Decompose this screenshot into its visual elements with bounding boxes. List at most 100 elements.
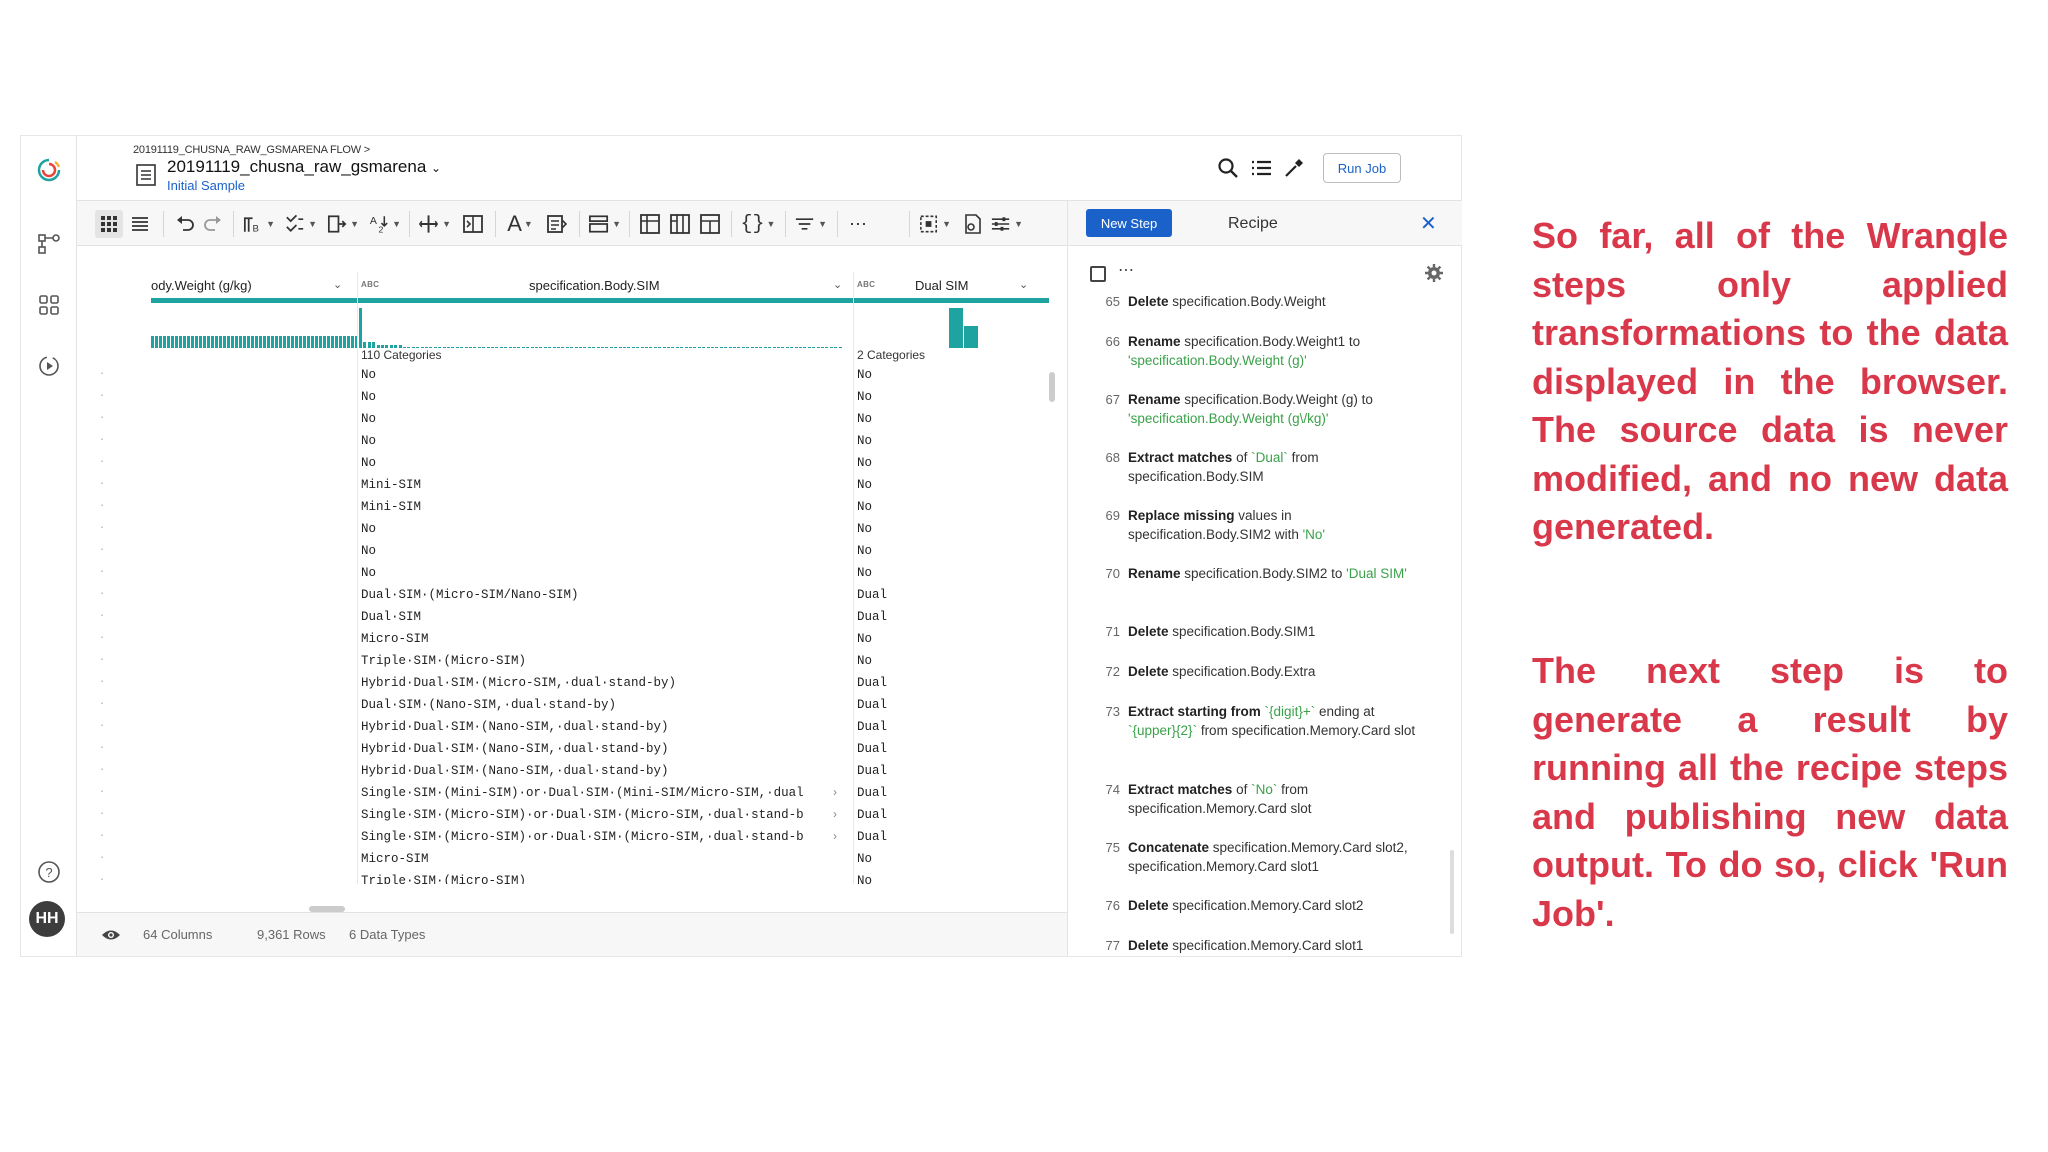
column-list-icon[interactable] (1248, 155, 1274, 181)
app-logo-icon[interactable] (33, 154, 65, 186)
run-job-button[interactable]: Run Job (1323, 153, 1401, 183)
histogram-bar[interactable] (746, 346, 750, 348)
weight-histogram[interactable] (151, 306, 358, 348)
histogram-bar[interactable] (451, 346, 455, 348)
user-avatar[interactable]: HH (29, 901, 65, 937)
histogram-bar[interactable] (741, 346, 745, 348)
new-step-button[interactable]: New Step (1086, 209, 1172, 237)
extract-icon[interactable] (459, 210, 487, 238)
histogram-bar[interactable] (211, 336, 214, 348)
cell-sim[interactable]: Triple·SIM·(Micro-SIM) (361, 654, 856, 668)
cell-sim[interactable]: Single·SIM·(Micro-SIM)·or·Dual·SIM·(Micr… (361, 830, 856, 844)
gear-icon[interactable] (1424, 263, 1444, 283)
histogram-bar[interactable] (331, 336, 334, 348)
table-row[interactable]: · No No (77, 387, 1067, 409)
cell-dual-sim[interactable]: No (857, 522, 872, 536)
histogram-bar[interactable] (195, 336, 198, 348)
histogram-bar[interactable] (816, 346, 820, 348)
sort-filter-icon[interactable]: ▼ (793, 210, 827, 238)
histogram-bar[interactable] (777, 346, 780, 348)
table-row[interactable]: · Dual·SIM·(Nano-SIM,·dual·stand-by) Dual (77, 695, 1067, 717)
cell-sim[interactable]: Hybrid·Dual·SIM·(Nano-SIM,·dual·stand-by… (361, 742, 856, 756)
histogram-bar[interactable] (574, 346, 578, 348)
histogram-bar[interactable] (772, 346, 776, 348)
table-row[interactable]: · Hybrid·Dual·SIM·(Nano-SIM,·dual·stand-b… (77, 717, 1067, 739)
library-grid-icon[interactable] (33, 289, 65, 321)
histogram-bar[interactable] (539, 346, 543, 348)
histogram-bar[interactable] (477, 346, 481, 348)
histogram-bar[interactable] (790, 346, 794, 348)
close-icon[interactable]: ✕ (1420, 211, 1437, 236)
histogram-bar[interactable] (464, 346, 468, 348)
cell-dual-sim[interactable]: No (857, 874, 872, 884)
histogram-bar[interactable] (755, 346, 758, 348)
table-row[interactable]: · No No (77, 409, 1067, 431)
histogram-bar[interactable] (283, 336, 286, 348)
histogram-bar[interactable] (781, 346, 785, 348)
histogram-bar[interactable] (689, 346, 692, 348)
redo-icon[interactable] (201, 210, 225, 238)
histogram-bar[interactable] (513, 346, 516, 348)
histogram-bar[interactable] (601, 346, 604, 348)
histogram-bar[interactable] (473, 346, 477, 348)
histogram-bar[interactable] (223, 336, 226, 348)
cell-sim[interactable]: Hybrid·Dual·SIM·(Micro-SIM,·dual·stand-b… (361, 676, 856, 690)
histogram-bar[interactable] (693, 346, 697, 348)
histogram-bar[interactable] (684, 346, 688, 348)
recipe-scrollbar[interactable] (1450, 850, 1454, 934)
histogram-bar[interactable] (167, 336, 170, 348)
table-row[interactable]: · Micro-SIM No (77, 629, 1067, 651)
histogram-bar[interactable] (596, 346, 600, 348)
histogram-bar[interactable] (275, 336, 278, 348)
cell-dual-sim[interactable]: No (857, 654, 872, 668)
cell-dual-sim[interactable]: Dual (857, 588, 887, 602)
histogram-bar[interactable] (750, 346, 754, 348)
histogram-bar[interactable] (543, 346, 547, 348)
histogram-bar[interactable] (227, 336, 230, 348)
histogram-bar[interactable] (658, 346, 662, 348)
table-row[interactable]: · No No (77, 365, 1067, 387)
histogram-bar[interactable] (583, 346, 587, 348)
histogram-bar[interactable] (618, 346, 622, 348)
cell-sim[interactable]: Single·SIM·(Mini-SIM)·or·Dual·SIM·(Mini-… (361, 786, 856, 800)
histogram-bar[interactable] (203, 336, 206, 348)
cell-sim[interactable]: Dual·SIM (361, 610, 856, 624)
histogram-bar[interactable] (711, 346, 714, 348)
format-text-icon[interactable]: A ▼ (503, 210, 537, 238)
histogram-bar[interactable] (159, 336, 162, 348)
histogram-bar[interactable] (838, 346, 842, 348)
chevron-down-icon[interactable]: ⌄ (333, 278, 342, 291)
cell-sim[interactable]: No (361, 456, 856, 470)
cell-sim[interactable]: Mini-SIM (361, 500, 856, 514)
histogram-bar[interactable] (579, 346, 582, 348)
cell-dual-sim[interactable]: No (857, 434, 872, 448)
histogram-bar[interactable] (291, 336, 294, 348)
cell-dual-sim[interactable]: No (857, 368, 872, 382)
table-row[interactable]: · Single·SIM·(Micro-SIM)·or·Dual·SIM·(Mic… (77, 805, 1067, 827)
dataset-title[interactable]: 20191119_chusna_raw_gsmarena ⌄ (167, 157, 441, 177)
cell-dual-sim[interactable]: No (857, 478, 872, 492)
histogram-bar[interactable] (570, 346, 574, 348)
cell-sim[interactable]: No (361, 434, 856, 448)
cell-sim[interactable]: No (361, 566, 856, 580)
histogram-bar[interactable] (759, 346, 763, 348)
cell-dual-sim[interactable]: Dual (857, 676, 887, 690)
table-row[interactable]: · No No (77, 519, 1067, 541)
histogram-bar[interactable] (311, 336, 314, 348)
table-row[interactable]: · Micro-SIM No (77, 849, 1067, 871)
histogram-bar[interactable] (504, 346, 508, 348)
histogram-bar[interactable] (271, 336, 274, 348)
histogram-bar[interactable] (724, 346, 728, 348)
histogram-bar[interactable] (521, 346, 525, 348)
table-row[interactable]: · No No (77, 541, 1067, 563)
table-row[interactable]: · No No (77, 563, 1067, 585)
table-row[interactable]: · Single·SIM·(Mini-SIM)·or·Dual·SIM·(Mini… (77, 783, 1067, 805)
histogram-bar[interactable] (667, 346, 670, 348)
column-header-sim[interactable]: specification.Body.SIM (529, 272, 769, 298)
merge-columns-icon[interactable]: ▼ (325, 210, 359, 238)
table-row[interactable]: · Triple·SIM·(Micro-SIM) No (77, 871, 1067, 884)
column-header-dual-sim[interactable]: Dual SIM (915, 272, 1035, 298)
histogram-bar[interactable] (508, 346, 512, 348)
unpivot-icon[interactable] (667, 210, 693, 238)
histogram-bar[interactable] (517, 346, 521, 348)
